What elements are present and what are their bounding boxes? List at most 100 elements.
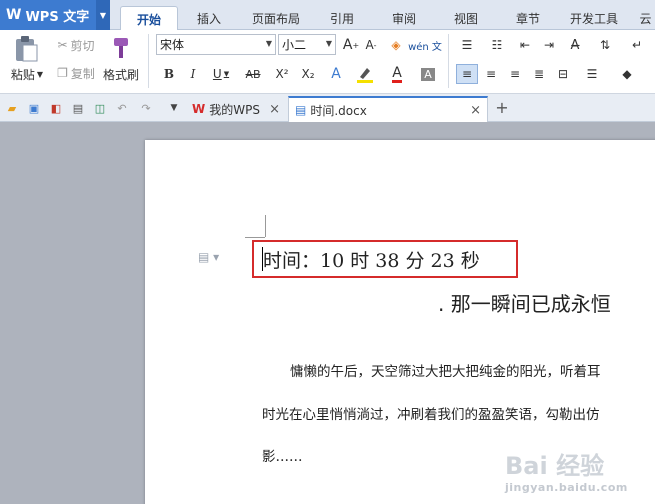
- font-color-button[interactable]: A: [384, 64, 410, 84]
- tab-cloud[interactable]: 云: [636, 6, 655, 30]
- scissors-icon: ✂: [57, 38, 68, 52]
- copy-label: 复制: [70, 66, 95, 81]
- bold-button[interactable]: B: [160, 64, 178, 84]
- chinese-layout-icon[interactable]: A̶: [562, 35, 588, 55]
- line-spacing-icon: ☰: [586, 67, 598, 81]
- tab-chapter[interactable]: 章节: [506, 6, 550, 30]
- close-icon[interactable]: ×: [470, 103, 481, 118]
- justify-icon: ≣: [533, 67, 545, 81]
- wps-logo-icon: W: [192, 102, 206, 116]
- paste-icon[interactable]: [8, 34, 44, 64]
- align-right-icon: ≡: [509, 67, 521, 81]
- document-icon: ▤: [295, 103, 307, 117]
- strikethrough-button[interactable]: AB: [238, 64, 268, 84]
- body-line[interactable]: 慵懒的午后，天空筛过大把大把纯金的阳光，听着耳: [290, 360, 601, 380]
- clear-format-icon[interactable]: ◈: [386, 35, 406, 55]
- align-left-button[interactable]: ≡: [456, 64, 478, 84]
- line-spacing-button[interactable]: ☰: [578, 64, 606, 84]
- format-painter-button[interactable]: 格式刷: [100, 66, 142, 82]
- app-menu-dropdown-icon[interactable]: ▼: [96, 0, 110, 30]
- app-menu-button[interactable]: W WPS 文字 ▼: [0, 0, 110, 30]
- grow-font-button[interactable]: A +: [342, 35, 360, 55]
- distribute-button[interactable]: ⊟: [552, 64, 574, 84]
- watermark-url: jingyan.baidu.com: [505, 481, 628, 494]
- bullet-list-icon: ☰: [461, 38, 473, 52]
- numbered-list-icon: ☷: [491, 38, 503, 52]
- copy-button[interactable]: ❐ 复制: [52, 64, 100, 82]
- shrink-font-button[interactable]: A-: [362, 35, 380, 55]
- paste-button[interactable]: 粘贴 ▼: [6, 66, 48, 82]
- distribute-icon: ⊟: [557, 67, 569, 81]
- body-line[interactable]: 时光在心里悄悄淌过，冲刷着我们的盈盈笑语，勾勒出仿: [262, 403, 600, 423]
- font-size-select[interactable]: 小二 ▼: [278, 34, 336, 55]
- strikethrough-icon: AB: [245, 67, 261, 81]
- font-size-value: 小二: [282, 38, 307, 52]
- subscript-button[interactable]: X₂: [298, 64, 318, 84]
- bullet-list-button[interactable]: ☰: [454, 35, 480, 55]
- show-marks-icon[interactable]: ↵: [622, 35, 652, 55]
- paragraph-handle-icon[interactable]: ▤ ▾: [198, 250, 219, 264]
- sort-icon[interactable]: ⇅: [592, 35, 618, 55]
- font-name-select[interactable]: 宋体 ▼: [156, 34, 276, 55]
- text-effect-icon[interactable]: A: [326, 64, 346, 84]
- align-left-icon: ≡: [461, 67, 473, 81]
- time-line[interactable]: 时间：10 时 38 分 23 秒: [263, 246, 480, 273]
- increase-indent-icon[interactable]: ⇥: [538, 35, 560, 55]
- wps-logo-icon: W: [6, 7, 22, 23]
- highlight-color-button[interactable]: [352, 64, 378, 84]
- new-tab-icon[interactable]: +: [494, 98, 510, 117]
- paragraph-shading-icon[interactable]: ◆: [612, 64, 642, 84]
- doc-tab-active[interactable]: ▤ 时间.docx ×: [288, 96, 488, 122]
- redo-icon[interactable]: ↷: [138, 100, 154, 116]
- app-name: WPS 文字: [25, 9, 90, 25]
- underline-button[interactable]: U ▼: [208, 64, 234, 84]
- print-preview-icon[interactable]: ◫: [92, 100, 108, 116]
- superscript-button[interactable]: X²: [272, 64, 292, 84]
- align-center-button[interactable]: ≡: [480, 64, 502, 84]
- highlighter-icon: [357, 68, 373, 83]
- save-icon[interactable]: ▣: [26, 100, 42, 116]
- tab-view[interactable]: 视图: [444, 6, 488, 30]
- export-pdf-icon[interactable]: ◧: [48, 100, 64, 116]
- chevron-down-icon: ▼: [265, 39, 272, 48]
- print-icon[interactable]: ▤: [70, 100, 86, 116]
- font-color-icon: A: [392, 64, 402, 83]
- margin-marker: [265, 215, 266, 237]
- close-icon[interactable]: ×: [269, 102, 280, 117]
- character-shading-icon[interactable]: A: [418, 64, 438, 84]
- quick-access-toolbar: ▰ ▣ ◧ ▤ ◫ ↶ ↷ ▼ W 我的WPS × ▤ 时间.docx × +: [0, 94, 655, 122]
- cut-button[interactable]: ✂ 剪切: [52, 36, 100, 54]
- grow-font-icon: A: [342, 37, 353, 53]
- subtitle-line[interactable]: . 那一瞬间已成永恒: [438, 288, 611, 317]
- format-painter-icon[interactable]: [106, 34, 136, 62]
- underline-icon: U: [212, 67, 222, 81]
- tab-review[interactable]: 审阅: [382, 6, 426, 30]
- tab-references[interactable]: 引用: [320, 6, 364, 30]
- undo-icon[interactable]: ↶: [114, 100, 130, 116]
- ribbon-divider: [448, 34, 449, 88]
- tab-home[interactable]: 开始: [120, 6, 178, 31]
- chevron-down-icon: ▼: [325, 39, 332, 48]
- shrink-font-icon: A: [365, 38, 374, 52]
- tab-insert[interactable]: 插入: [186, 6, 232, 30]
- ribbon-divider: [148, 34, 149, 88]
- copy-icon: ❐: [57, 66, 68, 80]
- baidu-watermark: Bai 经验 jingyan.baidu.com: [505, 446, 655, 504]
- italic-button[interactable]: I: [184, 64, 202, 84]
- open-folder-icon[interactable]: ▰: [4, 100, 20, 116]
- chevron-down-icon: ▼: [223, 70, 230, 78]
- tab-page-layout[interactable]: 页面布局: [244, 6, 308, 30]
- body-line[interactable]: 影……: [262, 445, 303, 465]
- justify-button[interactable]: ≣: [528, 64, 550, 84]
- cut-label: 剪切: [70, 38, 95, 53]
- align-right-button[interactable]: ≡: [504, 64, 526, 84]
- customize-toolbar-icon[interactable]: ▼: [166, 100, 182, 116]
- align-center-icon: ≡: [485, 67, 497, 81]
- doc-tab-label: 我的WPS: [209, 102, 260, 117]
- tab-developer[interactable]: 开发工具: [564, 6, 624, 30]
- decrease-indent-icon[interactable]: ⇤: [514, 35, 536, 55]
- margin-marker: [245, 237, 265, 238]
- pinyin-guide-button[interactable]: wén 文: [408, 33, 442, 57]
- numbered-list-button[interactable]: ☷: [484, 35, 510, 55]
- doc-tab-my-wps[interactable]: W 我的WPS ×: [186, 96, 286, 122]
